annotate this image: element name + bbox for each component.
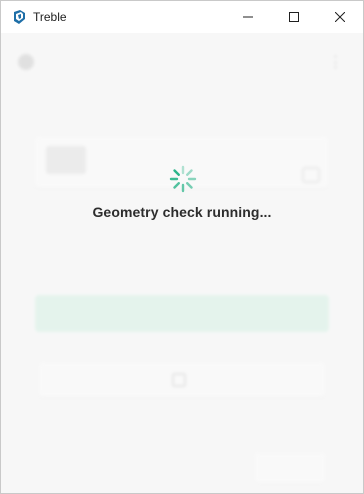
- spinner-spoke: [173, 182, 180, 189]
- maximize-button[interactable]: [271, 1, 317, 33]
- minimize-button[interactable]: [225, 1, 271, 33]
- close-icon: [335, 12, 345, 22]
- loading-overlay: [1, 33, 363, 493]
- loading-spinner-icon: [169, 165, 197, 193]
- main-content: Geometry check running...: [1, 33, 363, 493]
- title-bar[interactable]: Treble: [1, 1, 363, 33]
- window-title: Treble: [33, 10, 67, 24]
- close-button[interactable]: [317, 1, 363, 33]
- app-window: Treble Geometry check running...: [0, 0, 364, 494]
- spinner-spoke: [186, 169, 193, 176]
- minimize-icon: [243, 16, 253, 18]
- spinner-spoke: [186, 182, 193, 189]
- loading-message: Geometry check running...: [92, 204, 272, 220]
- treble-logo-icon: [14, 10, 25, 24]
- maximize-icon: [289, 12, 299, 22]
- spinner-spoke: [173, 169, 180, 176]
